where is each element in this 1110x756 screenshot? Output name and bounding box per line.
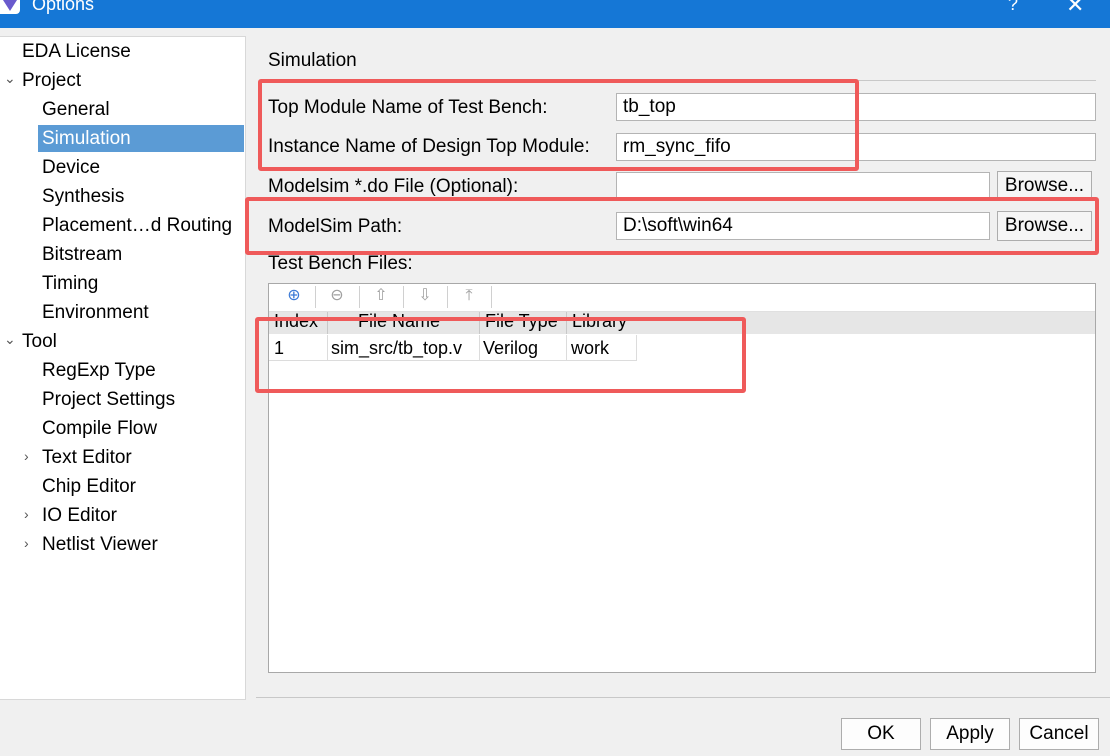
toolbar-separator xyxy=(447,286,448,308)
section-divider xyxy=(268,80,1096,81)
tree-item-label: Chip Editor xyxy=(42,476,136,497)
close-button[interactable]: ✕ xyxy=(1066,0,1084,18)
tree-item-label: General xyxy=(42,99,110,120)
chevron-right-icon[interactable]: › xyxy=(24,506,29,522)
top-module-label: Top Module Name of Test Bench: xyxy=(268,97,548,118)
tree-item-text-editor[interactable]: Text Editor xyxy=(42,444,132,471)
tree-item-chip-editor[interactable]: Chip Editor xyxy=(42,473,136,500)
modelsim-path-label: ModelSim Path: xyxy=(268,216,403,237)
table-toolbar: ⊕ ⊖ ⇧ ⇩ ⤒ xyxy=(269,284,1095,312)
move-down-icon[interactable]: ⇩ xyxy=(414,285,436,307)
options-tree: EDA License ⌄ Project General Simulation… xyxy=(0,36,246,700)
app-logo-icon xyxy=(0,0,20,14)
chevron-right-icon[interactable]: › xyxy=(24,535,29,551)
chevron-down-icon[interactable]: ⌄ xyxy=(4,70,16,87)
do-file-label: Modelsim *.do File (Optional): xyxy=(268,176,519,197)
column-header-library[interactable]: Library xyxy=(567,312,637,334)
tree-item-label: Project xyxy=(22,70,82,91)
test-bench-files-label: Test Bench Files: xyxy=(268,253,413,274)
instance-name-label: Instance Name of Design Top Module: xyxy=(268,136,590,157)
tree-item-label: Text Editor xyxy=(42,447,132,468)
tree-item-label: Netlist Viewer xyxy=(42,534,158,555)
modelsim-path-input[interactable]: D:\soft\win64 xyxy=(616,212,990,240)
window-title: Options xyxy=(32,0,95,14)
tree-item-project-settings[interactable]: Project Settings xyxy=(42,386,175,413)
modelsim-path-browse-button[interactable]: Browse... xyxy=(997,211,1092,241)
tree-item-device[interactable]: Device xyxy=(42,154,100,181)
toolbar-separator xyxy=(315,286,316,308)
do-file-browse-button[interactable]: Browse... xyxy=(997,171,1092,201)
table-cell-file-type[interactable]: Verilog xyxy=(480,335,567,361)
tree-item-eda-license[interactable]: EDA License xyxy=(22,38,131,65)
tree-item-label: Placement…d Routing xyxy=(42,215,233,236)
toolbar-separator xyxy=(359,286,360,308)
add-icon[interactable]: ⊕ xyxy=(283,285,305,307)
tree-item-io-editor[interactable]: IO Editor xyxy=(42,502,117,529)
chevron-down-icon[interactable]: ⌄ xyxy=(4,331,16,348)
do-file-input[interactable] xyxy=(616,172,990,200)
tree-item-label: Timing xyxy=(42,273,99,294)
tree-item-label: Environment xyxy=(42,302,149,323)
tree-item-label: EDA License xyxy=(22,41,131,62)
tree-item-label: RegExp Type xyxy=(42,360,156,381)
tree-item-compile-flow[interactable]: Compile Flow xyxy=(42,415,157,442)
remove-icon[interactable]: ⊖ xyxy=(326,285,348,307)
table-cell-library[interactable]: work xyxy=(567,335,637,361)
column-header-file-name[interactable]: File Name xyxy=(328,312,480,334)
top-module-input[interactable]: tb_top xyxy=(616,93,1096,121)
tree-item-simulation[interactable]: Simulation xyxy=(38,125,244,152)
column-header-index[interactable]: Index xyxy=(269,312,328,334)
instance-name-input[interactable]: rm_sync_fifo xyxy=(616,133,1096,161)
test-bench-files-table: ⊕ ⊖ ⇧ ⇩ ⤒ Index File Name File Type Libr… xyxy=(268,283,1096,673)
tree-item-regexp-type[interactable]: RegExp Type xyxy=(42,357,156,384)
toolbar-separator xyxy=(403,286,404,308)
tree-item-synthesis[interactable]: Synthesis xyxy=(42,183,124,210)
help-button[interactable]: ? xyxy=(1008,0,1018,15)
column-header-file-type[interactable]: File Type xyxy=(480,312,567,334)
tree-item-label: IO Editor xyxy=(42,505,117,526)
move-top-icon[interactable]: ⤒ xyxy=(458,285,480,307)
tree-item-environment[interactable]: Environment xyxy=(42,299,149,326)
cancel-button[interactable]: Cancel xyxy=(1019,718,1099,750)
tree-item-label: Synthesis xyxy=(42,186,125,207)
table-cell-file-name[interactable]: sim_src/tb_top.v xyxy=(328,335,480,361)
tree-item-project[interactable]: Project xyxy=(22,67,81,94)
tree-item-timing[interactable]: Timing xyxy=(42,270,98,297)
footer-divider xyxy=(256,697,1110,698)
tree-item-label: Simulation xyxy=(42,128,131,149)
apply-button[interactable]: Apply xyxy=(930,718,1010,750)
table-cell-index[interactable]: 1 xyxy=(269,335,328,361)
tree-item-label: Device xyxy=(42,157,101,178)
chevron-right-icon[interactable]: › xyxy=(24,448,29,464)
ok-button[interactable]: OK xyxy=(841,718,921,750)
tree-item-label: Compile Flow xyxy=(42,418,158,439)
tree-item-placement-routing[interactable]: Placement…d Routing xyxy=(42,212,232,239)
tree-item-netlist-viewer[interactable]: Netlist Viewer xyxy=(42,531,158,558)
tree-item-label: Bitstream xyxy=(42,244,123,265)
tree-item-label: Project Settings xyxy=(42,389,176,410)
tree-item-label: Tool xyxy=(22,331,57,352)
tree-item-bitstream[interactable]: Bitstream xyxy=(42,241,122,268)
toolbar-separator xyxy=(491,286,492,308)
title-bar: Options ? ✕ xyxy=(0,0,1110,28)
move-up-icon[interactable]: ⇧ xyxy=(370,285,392,307)
section-title: Simulation xyxy=(268,50,357,71)
tree-item-tool[interactable]: Tool xyxy=(22,328,57,355)
tree-item-general[interactable]: General xyxy=(42,96,110,123)
